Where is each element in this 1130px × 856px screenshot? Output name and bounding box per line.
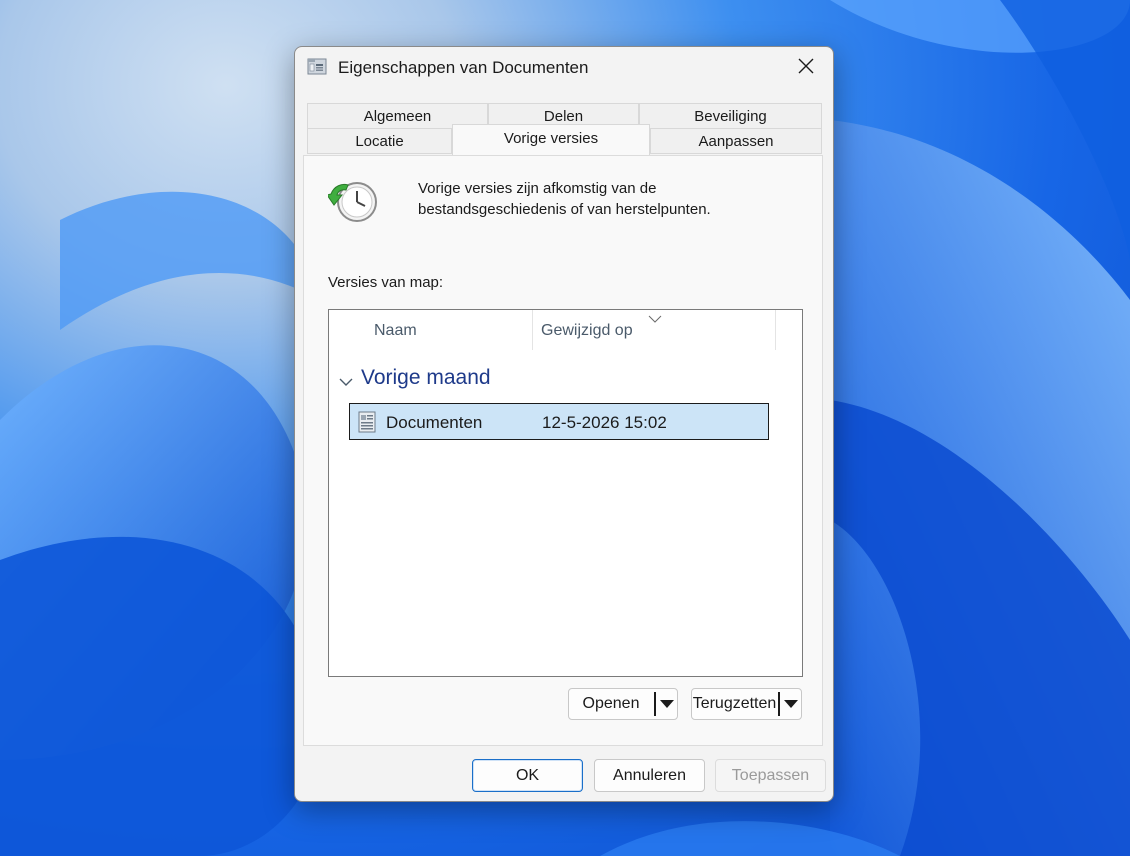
cancel-button[interactable]: Annuleren — [594, 759, 705, 792]
column-header-name[interactable]: Naam — [374, 310, 417, 350]
version-modified-date: 12-5-2026 15:02 — [542, 413, 667, 432]
column-separator[interactable] — [775, 310, 776, 350]
folder-document-icon — [358, 411, 376, 433]
info-line-1: Vorige versies zijn afkomstig van de — [418, 180, 657, 197]
properties-dialog: Eigenschappen van Documenten Algemeen De… — [294, 46, 834, 802]
ok-button[interactable]: OK — [472, 759, 583, 792]
tab-vorige-versies[interactable]: Vorige versies — [452, 124, 650, 155]
dialog-title: Eigenschappen van Documenten — [338, 58, 589, 77]
versions-label: Versies van map: — [328, 274, 444, 291]
apply-button[interactable]: Toepassen — [715, 759, 826, 792]
versions-list[interactable]: Naam Gewijzigd op Vorige maand Documente… — [328, 309, 803, 677]
open-button[interactable]: Openen — [569, 689, 653, 719]
sort-descending-icon — [648, 310, 662, 323]
tab-locatie[interactable]: Locatie — [307, 128, 452, 154]
dropdown-arrow-icon — [660, 695, 674, 713]
version-name: Documenten — [386, 413, 483, 432]
folder-properties-icon — [307, 57, 327, 75]
dropdown-arrow-icon — [784, 695, 798, 713]
info-text: Vorige versies zijn afkomstig van de bes… — [418, 178, 748, 220]
info-line-2: bestandsgeschiedenis of van herstelpunte… — [418, 201, 711, 218]
restore-dropdown-arrow[interactable] — [780, 689, 802, 719]
restore-clock-icon — [326, 180, 378, 224]
column-header-modified[interactable]: Gewijzigd op — [541, 310, 633, 350]
tab-beveiliging[interactable]: Beveiliging — [639, 103, 822, 129]
tab-strip: Algemeen Delen Beveiliging Locatie Vorig… — [307, 103, 822, 157]
group-header-vorige-maand[interactable]: Vorige maand — [361, 366, 491, 390]
close-icon — [798, 58, 814, 79]
restore-button[interactable]: Terugzetten — [692, 689, 777, 719]
title-bar[interactable]: Eigenschappen van Documenten — [295, 47, 833, 89]
restore-split-button: Terugzetten — [691, 688, 802, 720]
open-split-button: Openen — [568, 688, 678, 720]
group-collapse-chevron-icon[interactable] — [339, 374, 353, 386]
tab-aanpassen[interactable]: Aanpassen — [650, 128, 822, 154]
column-separator[interactable] — [532, 310, 533, 350]
previous-versions-panel: Vorige versies zijn afkomstig van de bes… — [303, 155, 823, 746]
open-dropdown-arrow[interactable] — [656, 689, 678, 719]
close-button[interactable] — [791, 55, 821, 81]
list-item-version[interactable]: Documenten 12-5-2026 15:02 — [349, 403, 769, 440]
